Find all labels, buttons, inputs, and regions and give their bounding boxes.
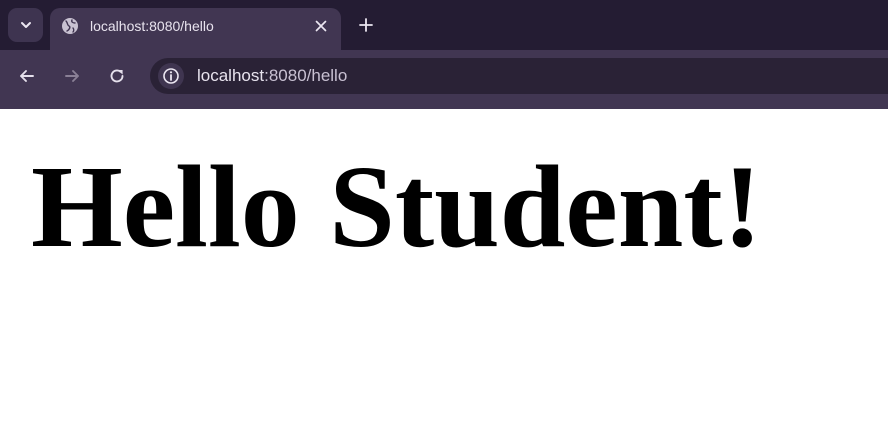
info-icon — [163, 68, 179, 84]
browser-window: localhost:8080/hello localhost:8080/hell… — [0, 0, 888, 429]
tab-active[interactable]: localhost:8080/hello — [50, 8, 341, 50]
arrow-right-icon — [65, 70, 79, 82]
site-info-button[interactable] — [158, 63, 184, 89]
arrow-left-icon — [20, 70, 34, 82]
url-path: :8080/hello — [264, 66, 348, 85]
toolbar: localhost:8080/hello — [0, 50, 888, 101]
reload-button[interactable] — [105, 64, 129, 88]
page-heading: Hello Student! — [31, 141, 762, 272]
new-tab-button[interactable] — [354, 13, 378, 37]
tab-close-button[interactable] — [312, 17, 330, 35]
close-icon — [315, 20, 327, 32]
tab-strip: localhost:8080/hello — [0, 0, 888, 50]
url-text[interactable]: localhost:8080/hello — [197, 66, 347, 86]
address-bar[interactable]: localhost:8080/hello — [150, 58, 888, 94]
reload-icon — [110, 69, 124, 83]
forward-button[interactable] — [60, 64, 84, 88]
globe-icon — [62, 18, 78, 34]
url-host: localhost — [197, 66, 265, 85]
toolbar-bottom-edge — [0, 101, 888, 109]
chevron-down-icon — [20, 22, 31, 28]
tab-search-button[interactable] — [8, 8, 43, 42]
tab-title: localhost:8080/hello — [90, 18, 214, 34]
page-content: Hello Student! — [0, 109, 888, 429]
plus-icon — [359, 18, 373, 32]
back-button[interactable] — [15, 64, 39, 88]
